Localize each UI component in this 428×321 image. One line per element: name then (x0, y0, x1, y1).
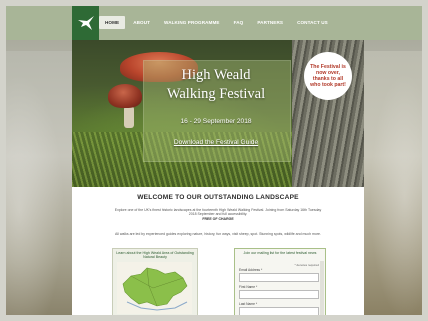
nav-walking-programme[interactable]: WALKING PROGRAMME (158, 16, 226, 29)
bird-logo-icon (77, 16, 94, 30)
aonb-map[interactable] (117, 262, 192, 314)
browser-viewport: HOME ABOUT WALKING PROGRAMME FAQ PARTNER… (6, 6, 422, 315)
first-name-field[interactable] (239, 290, 319, 299)
download-guide-link[interactable]: Download the Festival Guide (143, 139, 289, 146)
festival-title: High Weald Walking Festival (143, 66, 289, 104)
aonb-map-box[interactable]: Learn about the High Weald Area of Outst… (112, 248, 198, 315)
guides-paragraph: All walks are led by experienced guides … (115, 232, 321, 236)
intro-paragraph: Explore one of the UK's finest historic … (112, 208, 324, 221)
hero-banner: High Weald Walking Festival 16 - 29 Sept… (72, 40, 364, 187)
welcome-heading: WELCOME TO OUR OUTSTANDING LANDSCAPE (137, 194, 299, 201)
nav-about[interactable]: ABOUT (127, 16, 156, 29)
last-name-label: Last Name * (239, 302, 258, 306)
intro-text: Explore one of the UK's finest historic … (114, 208, 322, 217)
mushroom-stem-image (124, 106, 134, 128)
main-content: WELCOME TO OUR OUTSTANDING LANDSCAPE Exp… (72, 187, 364, 315)
last-name-field[interactable] (239, 307, 319, 315)
festival-title-line1: High Weald (181, 67, 251, 83)
nav-faq[interactable]: FAQ (228, 16, 250, 29)
main-navigation: HOME ABOUT WALKING PROGRAMME FAQ PARTNER… (99, 11, 334, 33)
nav-home[interactable]: HOME (99, 15, 126, 29)
site-logo[interactable] (72, 6, 99, 40)
mailing-list-title: Join our mailing list for the latest fes… (243, 251, 317, 255)
email-label: Email Address * (239, 268, 263, 272)
festival-title-line2: Walking Festival (166, 86, 266, 102)
site-container: High Weald Walking Festival 16 - 29 Sept… (72, 40, 364, 315)
intro-free-label: FREE OF CHARGE (202, 216, 234, 221)
nav-contact-us[interactable]: CONTACT US (291, 16, 334, 29)
aonb-map-image (122, 267, 188, 311)
background-landscape-left (6, 51, 72, 315)
map-box-title[interactable]: Learn about the High Weald Area of Outst… (113, 249, 197, 260)
mailing-list-form: Join our mailing list for the latest fes… (234, 248, 326, 315)
background-landscape-right (364, 51, 422, 315)
email-field[interactable] (239, 273, 319, 282)
mushroom-small-image (108, 84, 142, 108)
festival-over-badge: The Festival is now over, thanks to all … (304, 52, 352, 100)
badge-text: The Festival is now over, thanks to all … (310, 63, 346, 89)
required-note: * denotes required (294, 263, 319, 267)
festival-dates: 16 - 29 September 2018 (180, 118, 252, 125)
first-name-label: First Name * (239, 285, 258, 289)
form-scrollbar[interactable] (320, 261, 324, 315)
nav-partners[interactable]: PARTNERS (251, 16, 289, 29)
